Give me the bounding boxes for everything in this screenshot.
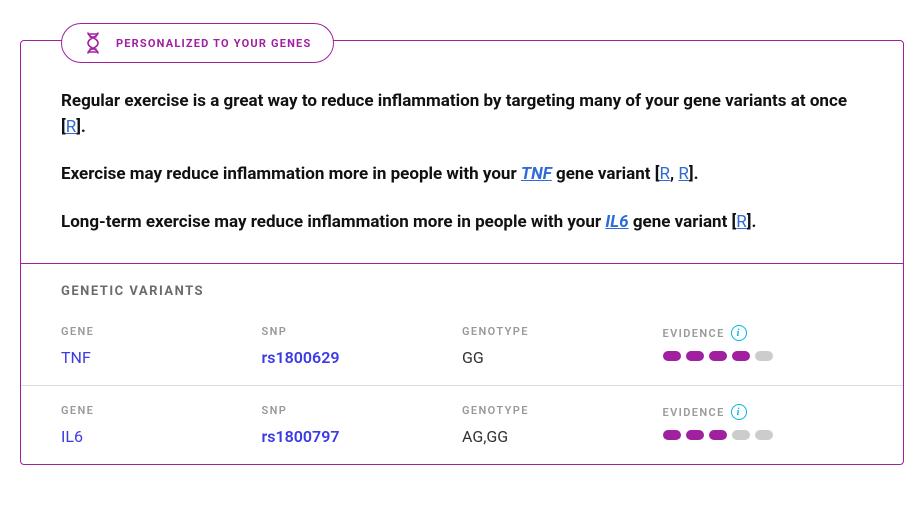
info-icon[interactable]: i [731, 325, 747, 341]
personalized-badge: PERSONALIZED TO YOUR GENES [61, 23, 334, 63]
variants-title: GENETIC VARIANTS [21, 264, 903, 307]
summary-paragraph-1: Regular exercise is a great way to reduc… [61, 89, 863, 140]
reference-link[interactable]: R [66, 117, 76, 137]
evidence-dot [663, 430, 681, 440]
evidence-dot [663, 351, 681, 361]
col-label-evidence: EVIDENCEi [663, 325, 864, 341]
variants-section: GENETIC VARIANTS GENETNFSNPrs1800629GENO… [21, 263, 903, 464]
evidence-dot [709, 351, 727, 361]
evidence-dot [755, 351, 773, 361]
genetic-card: PERSONALIZED TO YOUR GENES Regular exerc… [20, 40, 904, 465]
gene-link-il6[interactable]: IL6 [605, 212, 628, 232]
col-label-snp: SNP [262, 404, 463, 417]
col-evidence: EVIDENCEi [663, 325, 864, 367]
col-label-gene: GENE [61, 404, 262, 417]
evidence-dot [732, 430, 750, 440]
col-gene: GENE TNF [61, 325, 262, 367]
col-genotype: GENOTYPE AG,GG [462, 404, 663, 446]
evidence-dot [732, 351, 750, 361]
summary-section: Regular exercise is a great way to reduc… [21, 41, 903, 263]
gene-link-tnf[interactable]: TNF [521, 164, 552, 184]
badge-text: PERSONALIZED TO YOUR GENES [116, 37, 311, 50]
evidence-dots [663, 351, 864, 361]
genotype-value: GG [462, 348, 663, 367]
evidence-dot [709, 430, 727, 440]
summary-paragraph-2: Exercise may reduce inflammation more in… [61, 162, 863, 188]
col-label-genotype: GENOTYPE [462, 325, 663, 338]
evidence-dot [686, 351, 704, 361]
reference-link[interactable]: R [659, 164, 669, 184]
col-label-snp: SNP [262, 325, 463, 338]
col-genotype: GENOTYPE GG [462, 325, 663, 367]
gene-value[interactable]: TNF [61, 348, 262, 367]
col-snp: SNP rs1800629 [262, 325, 463, 367]
evidence-dots [663, 430, 864, 440]
col-label-genotype: GENOTYPE [462, 404, 663, 417]
variant-row: GENE TNFSNP rs1800629 GENOTYPE GGEVIDENCEi [21, 307, 903, 385]
col-snp: SNP rs1800797 [262, 404, 463, 446]
reference-link[interactable]: R [736, 212, 746, 232]
col-evidence: EVIDENCEi [663, 404, 864, 446]
col-gene: GENE IL6 [61, 404, 262, 446]
genotype-value: AG,GG [462, 427, 663, 446]
gene-value[interactable]: IL6 [61, 427, 262, 446]
reference-link[interactable]: R [678, 164, 688, 184]
summary-paragraph-3: Long-term exercise may reduce inflammati… [61, 210, 863, 236]
dna-icon [84, 32, 102, 54]
snp-value[interactable]: rs1800629 [262, 348, 463, 367]
col-label-gene: GENE [61, 325, 262, 338]
evidence-dot [755, 430, 773, 440]
evidence-dot [686, 430, 704, 440]
variant-row: GENE IL6SNP rs1800797 GENOTYPE AG,GGEVIDENCE… [21, 385, 903, 464]
col-label-evidence: EVIDENCEi [663, 404, 864, 420]
info-icon[interactable]: i [731, 404, 747, 420]
snp-value[interactable]: rs1800797 [262, 427, 463, 446]
